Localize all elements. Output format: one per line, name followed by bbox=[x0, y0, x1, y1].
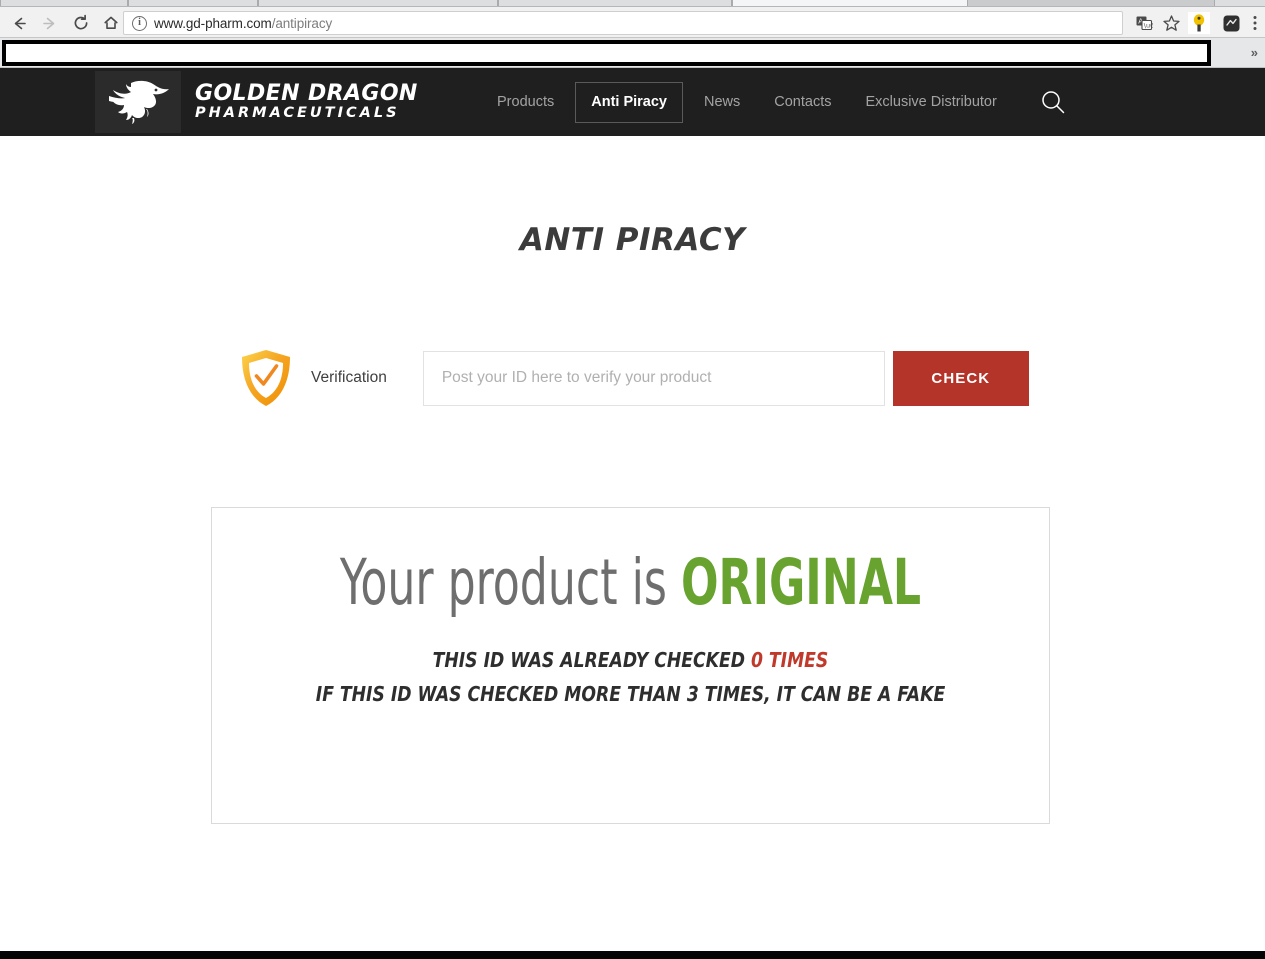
address-bar-url: www.gd-pharm.com/antipiracy bbox=[154, 16, 332, 31]
bookmarks-bar: » bbox=[0, 38, 1265, 68]
url-path: /antipiracy bbox=[271, 15, 333, 31]
nav-item-exclusive-distributor[interactable]: Exclusive Distributor bbox=[848, 68, 1013, 136]
viewport-bottom-bar bbox=[0, 951, 1265, 959]
browser-toolbar: i www.gd-pharm.com/antipiracy A \u6587 bbox=[0, 7, 1265, 38]
result-check-count-line: THIS ID WAS ALREADY CHECKED 0 TIMES bbox=[271, 648, 991, 672]
verification-id-input[interactable] bbox=[422, 350, 885, 406]
nav-item-products[interactable]: Products bbox=[480, 68, 571, 136]
nav-item-contacts[interactable]: Contacts bbox=[757, 68, 848, 136]
extension-icon[interactable] bbox=[1220, 12, 1242, 34]
info-circle-icon[interactable]: i bbox=[132, 15, 147, 31]
verification-result-panel: Your product is ORIGINAL THIS ID WAS ALR… bbox=[211, 507, 1050, 824]
url-host: www.gd-pharm.com bbox=[154, 15, 272, 31]
search-icon[interactable] bbox=[1036, 85, 1070, 119]
extension-icon[interactable] bbox=[1188, 12, 1210, 34]
web-page-viewport: GOLDEN DRAGON PHARMACEUTICALS Products A… bbox=[0, 68, 1265, 959]
browser-tab[interactable] bbox=[1214, 0, 1265, 6]
result-heading: Your product is ORIGINAL bbox=[304, 549, 957, 616]
browser-chrome: i www.gd-pharm.com/antipiracy A \u6587 bbox=[0, 0, 1265, 68]
result-heading-prefix: Your product is bbox=[339, 546, 667, 619]
check-button[interactable]: CHECK bbox=[892, 350, 1029, 406]
browser-tab[interactable] bbox=[0, 0, 128, 6]
site-logo-text: GOLDEN DRAGON PHARMACEUTICALS bbox=[195, 81, 418, 121]
reload-icon[interactable] bbox=[68, 10, 94, 36]
browser-tab-strip bbox=[0, 0, 1265, 7]
result-check-count-prefix: THIS ID WAS ALREADY CHECKED bbox=[432, 648, 745, 673]
result-check-count-value: 0 TIMES bbox=[750, 648, 829, 673]
three-dots-menu-icon[interactable] bbox=[1248, 12, 1262, 34]
site-navigation: Products Anti Piracy News Contacts Exclu… bbox=[480, 68, 1070, 136]
browser-tab[interactable] bbox=[498, 0, 732, 6]
verification-label: Verification bbox=[311, 369, 387, 386]
dragon-logo-icon bbox=[95, 71, 181, 133]
nav-item-anti-piracy[interactable]: Anti Piracy bbox=[575, 81, 683, 123]
shield-check-icon bbox=[239, 348, 293, 408]
browser-tab-active[interactable] bbox=[732, 0, 968, 6]
back-arrow-icon[interactable] bbox=[6, 10, 32, 36]
translate-icon[interactable]: A \u6587 bbox=[1133, 12, 1155, 34]
browser-tab[interactable] bbox=[128, 0, 258, 6]
site-logo[interactable]: GOLDEN DRAGON PHARMACEUTICALS bbox=[95, 68, 418, 136]
verification-row: Verification CHECK bbox=[0, 348, 1265, 408]
browser-tab[interactable] bbox=[258, 0, 498, 6]
bookmarks-overflow-chevron-icon[interactable]: » bbox=[1251, 45, 1258, 60]
forward-arrow-icon bbox=[36, 10, 62, 36]
address-bar[interactable]: i www.gd-pharm.com/antipiracy bbox=[123, 11, 1123, 35]
page-title: ANTI PIRACY bbox=[519, 222, 746, 258]
bookmarks-bar-focused-field[interactable] bbox=[2, 40, 1211, 66]
nav-item-news[interactable]: News bbox=[687, 68, 757, 136]
result-warning-line: IF THIS ID WAS CHECKED MORE THAN 3 TIMES… bbox=[315, 682, 946, 707]
site-logo-title: GOLDEN DRAGON bbox=[195, 81, 418, 107]
home-icon[interactable] bbox=[98, 10, 124, 36]
result-verdict: ORIGINAL bbox=[680, 546, 922, 619]
star-icon[interactable] bbox=[1160, 12, 1182, 34]
site-logo-subtitle: PHARMACEUTICALS bbox=[195, 104, 400, 121]
svg-text:\u6587: \u6587 bbox=[1144, 22, 1153, 30]
site-header: GOLDEN DRAGON PHARMACEUTICALS Products A… bbox=[0, 68, 1265, 136]
